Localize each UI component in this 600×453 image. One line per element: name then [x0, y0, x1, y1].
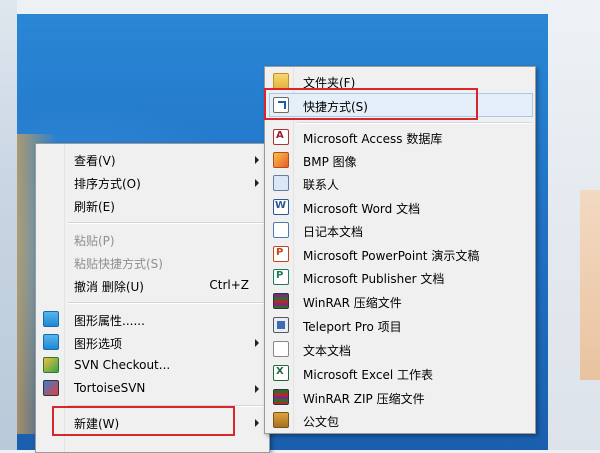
submenu-item-winrar-zip[interactable]: WinRAR ZIP 压缩文件: [267, 386, 533, 408]
graphics-properties-icon: [43, 311, 59, 327]
menu-item-label: Microsoft Publisher 文档: [303, 272, 445, 286]
submenu-arrow-icon: [255, 156, 259, 164]
highlight-box-shortcut: [264, 88, 478, 120]
menu-item-label: Microsoft PowerPoint 演示文稿: [303, 249, 480, 263]
menu-item-label: 撤消 删除(U): [74, 280, 144, 294]
menu-item-tortoisesvn[interactable]: TortoiseSVN: [38, 377, 267, 399]
menu-item-label: 图形属性......: [74, 314, 145, 328]
powerpoint-icon: [273, 246, 289, 262]
submenu-arrow-icon: [255, 419, 259, 427]
folder-icon: [273, 73, 289, 89]
menu-item-label: 公文包: [303, 415, 340, 429]
contact-icon: [273, 175, 289, 191]
bmp-icon: [273, 152, 289, 168]
menu-item-label: WinRAR 压缩文件: [303, 296, 402, 310]
page-background-left: [0, 0, 17, 450]
menu-item-sort-by[interactable]: 排序方式(O): [38, 171, 267, 193]
menu-item-paste-shortcut[interactable]: 粘贴快捷方式(S): [38, 251, 267, 273]
submenu-arrow-icon: [255, 339, 259, 347]
menu-item-paste[interactable]: 粘贴(P): [38, 228, 267, 250]
submenu-item-bmp[interactable]: BMP 图像: [267, 149, 533, 171]
menu-item-label: Microsoft Access 数据库: [303, 132, 443, 146]
menu-item-label: 排序方式(O): [74, 177, 141, 191]
menu-item-label: 粘贴快捷方式(S): [74, 257, 163, 271]
menu-item-label: Microsoft Word 文档: [303, 202, 421, 216]
graphics-options-icon: [43, 334, 59, 350]
menu-separator: [297, 122, 531, 124]
menu-item-undo-delete[interactable]: 撤消 删除(U) Ctrl+Z: [38, 274, 267, 296]
submenu-item-contact[interactable]: 联系人: [267, 172, 533, 194]
submenu-item-powerpoint[interactable]: Microsoft PowerPoint 演示文稿: [267, 243, 533, 265]
tortoisesvn-icon: [43, 380, 59, 396]
journal-icon: [273, 222, 289, 238]
publisher-icon: [273, 269, 289, 285]
word-icon: [273, 199, 289, 215]
excel-icon: [273, 365, 289, 381]
menu-item-graphics-properties[interactable]: 图形属性......: [38, 308, 267, 330]
submenu-item-word[interactable]: Microsoft Word 文档: [267, 196, 533, 218]
winrar-zip-icon: [273, 389, 289, 405]
submenu-item-access[interactable]: Microsoft Access 数据库: [267, 126, 533, 148]
submenu-arrow-icon: [255, 385, 259, 393]
menu-item-label: 文本文档: [303, 344, 352, 358]
menu-item-label: 粘贴(P): [74, 234, 115, 248]
access-icon: [273, 129, 289, 145]
menu-item-label: WinRAR ZIP 压缩文件: [303, 392, 425, 406]
submenu-item-winrar[interactable]: WinRAR 压缩文件: [267, 290, 533, 312]
menu-separator: [68, 302, 265, 304]
winrar-icon: [273, 293, 289, 309]
menu-item-label: SVN Checkout...: [74, 358, 171, 372]
submenu-item-briefcase[interactable]: 公文包: [267, 409, 533, 431]
submenu-item-teleport[interactable]: Teleport Pro 项目: [267, 314, 533, 336]
submenu-item-publisher[interactable]: Microsoft Publisher 文档: [267, 266, 533, 288]
menu-item-label: BMP 图像: [303, 155, 357, 169]
text-document-icon: [273, 341, 289, 357]
menu-item-label: Microsoft Excel 工作表: [303, 368, 434, 382]
menu-item-view[interactable]: 查看(V): [38, 148, 267, 170]
menu-item-label: 刷新(E): [74, 200, 115, 214]
svn-checkout-icon: [43, 357, 59, 373]
menu-item-label: TortoiseSVN: [74, 381, 146, 395]
menu-item-label: 日记本文档: [303, 225, 364, 239]
menu-item-label: Teleport Pro 项目: [303, 320, 402, 334]
highlight-box-new: [52, 406, 235, 436]
background-thumbnail: [580, 190, 600, 380]
menu-item-label: 联系人: [303, 178, 340, 192]
menu-item-refresh[interactable]: 刷新(E): [38, 194, 267, 216]
menu-item-label: 图形选项: [74, 337, 123, 351]
submenu-item-excel[interactable]: Microsoft Excel 工作表: [267, 362, 533, 384]
teleport-icon: [273, 317, 289, 333]
new-submenu: 文件夹(F) 快捷方式(S) Microsoft Access 数据库 BMP …: [264, 66, 536, 434]
menu-item-label: 查看(V): [74, 154, 116, 168]
submenu-arrow-icon: [255, 179, 259, 187]
menu-item-graphics-options[interactable]: 图形选项: [38, 331, 267, 353]
menu-separator: [68, 222, 265, 224]
menu-item-svn-checkout[interactable]: SVN Checkout...: [38, 354, 267, 376]
submenu-item-journal[interactable]: 日记本文档: [267, 219, 533, 241]
briefcase-icon: [273, 412, 289, 428]
menu-item-shortcut: Ctrl+Z: [209, 278, 249, 292]
submenu-item-text-document[interactable]: 文本文档: [267, 338, 533, 360]
